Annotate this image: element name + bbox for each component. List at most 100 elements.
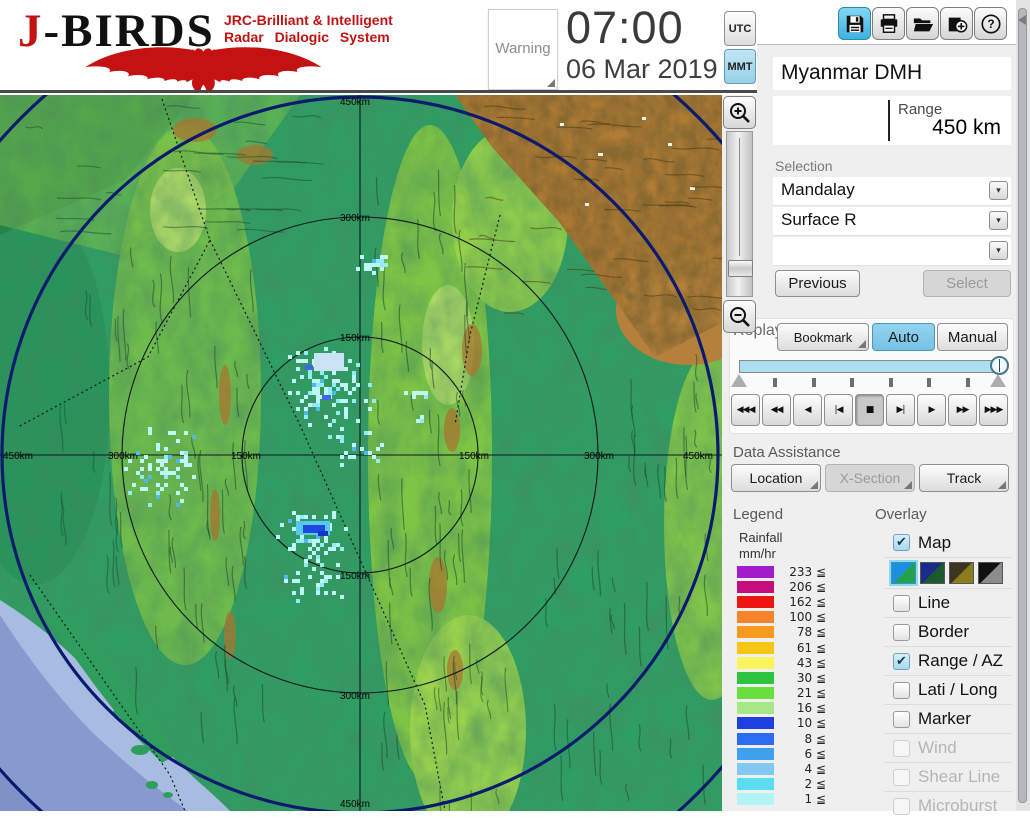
zoom-in-button[interactable]	[723, 96, 756, 129]
legend-color-swatch	[737, 626, 774, 639]
map-style-swatch-3[interactable]	[949, 562, 974, 584]
overlay-item-marker: Marker	[884, 704, 1012, 733]
site-select[interactable]: Mandalay ▾	[773, 177, 1011, 206]
mmt-button[interactable]: MMT	[724, 49, 756, 84]
replay-slider-track[interactable]	[739, 360, 1005, 373]
toolbar: ?	[838, 7, 1007, 41]
warning-label: Warning	[495, 40, 551, 57]
svg-text:150km: 150km	[231, 451, 261, 462]
legend-threshold: 233 ≦	[789, 564, 826, 579]
legend-color-swatch	[737, 793, 774, 806]
add-image-button[interactable]	[940, 7, 973, 40]
print-button[interactable]	[872, 7, 905, 40]
legend-entry: 30 ≦	[737, 670, 826, 685]
step-back-button[interactable]: |◀	[824, 394, 853, 426]
legend-entry: 206 ≦	[737, 579, 826, 594]
border-checkbox[interactable]	[893, 623, 910, 641]
skip-first-button[interactable]: ◀◀◀	[731, 394, 760, 426]
play-button[interactable]: ▶	[917, 394, 946, 426]
legend-entry: 10 ≦	[737, 716, 826, 731]
legend-color-swatch	[737, 717, 774, 730]
svg-text:150km: 150km	[340, 333, 370, 344]
slider-tick	[965, 378, 970, 387]
save-button[interactable]	[838, 7, 871, 40]
range-az-checkbox[interactable]: ✔	[893, 652, 910, 670]
microburst-checkbox	[893, 797, 910, 815]
chevron-down-icon[interactable]: ▾	[989, 241, 1008, 260]
map-style-swatch-4[interactable]	[978, 562, 1003, 584]
track-button[interactable]: Track	[919, 464, 1009, 492]
map-style-swatch-2[interactable]	[920, 562, 945, 584]
overlay-item-microburst: Microburst	[884, 791, 1012, 820]
step-forward-button[interactable]: ▶|	[886, 394, 915, 426]
replay-slider-handle[interactable]	[990, 356, 1009, 375]
fast-rewind-button[interactable]: ◀◀	[762, 394, 791, 426]
map-zoom-controls	[723, 96, 756, 336]
chevron-down-icon[interactable]: ▾	[989, 211, 1008, 230]
panel-scrollbar[interactable]	[1018, 8, 1027, 803]
stop-button[interactable]: ■	[855, 394, 884, 426]
bookmark-button[interactable]: Bookmark	[777, 323, 869, 351]
zoom-slider-handle[interactable]	[728, 260, 753, 277]
option-select[interactable]: ▾	[773, 237, 1011, 266]
zoom-out-button[interactable]	[723, 300, 756, 333]
open-file-button[interactable]	[906, 7, 939, 40]
folder-icon	[913, 18, 933, 31]
range-box: Range 450 km	[773, 96, 1011, 145]
auto-button[interactable]: Auto	[872, 323, 935, 351]
radar-map-area[interactable]: 450km 300km 150km 150km 300km 450km 450km 300km…	[0, 0, 840, 820]
rainfall-legend: 233 ≦ 206 ≦ 162 ≦ 100 ≦ 78 ≦ 61 ≦ 43 ≦ 30 ≦ 21 ≦…	[737, 564, 826, 807]
zoom-slider-track[interactable]	[726, 131, 753, 297]
overlay-item-wind: Wind	[884, 733, 1012, 762]
lati-long-checkbox[interactable]	[893, 681, 910, 699]
legend-color-swatch	[737, 732, 774, 745]
location-button[interactable]: Location	[731, 464, 821, 492]
fast-forward-button[interactable]: ▶▶	[948, 394, 977, 426]
menu-corner-icon	[904, 481, 912, 489]
warning-panel[interactable]: Warning	[488, 9, 558, 90]
replay-range-end-marker[interactable]	[990, 374, 1006, 387]
skip-last-button[interactable]: ▶▶▶	[979, 394, 1008, 426]
line-checkbox[interactable]	[893, 594, 910, 612]
radar-map[interactable]: 450km 300km 150km 150km 300km 450km 450km 300km…	[0, 0, 840, 820]
chevron-down-icon[interactable]: ▾	[989, 181, 1008, 200]
track-label: Track	[946, 470, 982, 486]
legend-entry: 1 ≦	[737, 792, 826, 807]
range-divider	[888, 100, 890, 141]
resize-handle-icon[interactable]	[547, 79, 555, 87]
menu-corner-icon	[810, 481, 818, 489]
svg-text:300km: 300km	[340, 691, 370, 702]
x-section-button[interactable]: X-Section	[825, 464, 915, 492]
legend-threshold: 61 ≦	[796, 640, 826, 655]
svg-text:450km: 450km	[340, 799, 370, 810]
product-select[interactable]: Surface R ▾	[773, 207, 1011, 236]
data-assistance-label: Data Assistance	[733, 444, 841, 461]
svg-text:150km: 150km	[459, 451, 489, 462]
overlay-section-label: Overlay	[875, 506, 927, 523]
location-label: Location	[749, 470, 803, 486]
marker-checkbox[interactable]	[893, 710, 910, 728]
overlay-item-label: Shear Line	[918, 767, 1001, 786]
legend-threshold: 6 ≦	[804, 746, 826, 761]
overlay-item-line: Line	[884, 588, 1012, 617]
utc-button[interactable]: UTC	[724, 11, 756, 46]
legend-entry: 21 ≦	[737, 686, 826, 701]
svg-text:300km: 300km	[584, 451, 614, 462]
site-select-value: Mandalay	[781, 180, 855, 199]
map-style-swatch-1[interactable]	[889, 560, 918, 586]
manual-button[interactable]: Manual	[937, 323, 1008, 351]
map-checkbox[interactable]: ✔	[893, 534, 910, 551]
replay-range-start-marker[interactable]	[731, 374, 747, 387]
overlay-item-range-az: ✔ Range / AZ	[884, 646, 1012, 675]
overlay-item-label: Line	[918, 593, 951, 612]
help-button[interactable]: ?	[974, 7, 1007, 40]
legend-threshold: 1 ≦	[804, 792, 826, 807]
rewind-button[interactable]: ◀	[793, 394, 822, 426]
legend-entry: 61 ≦	[737, 640, 826, 655]
select-button[interactable]: Select	[923, 270, 1011, 297]
collapse-panel-icon[interactable]	[1018, 15, 1026, 25]
previous-button[interactable]: Previous	[775, 270, 860, 297]
legend-section-label: Legend	[733, 506, 784, 523]
overlay-item-label: Border	[918, 622, 970, 641]
legend-threshold: 30 ≦	[796, 670, 826, 685]
